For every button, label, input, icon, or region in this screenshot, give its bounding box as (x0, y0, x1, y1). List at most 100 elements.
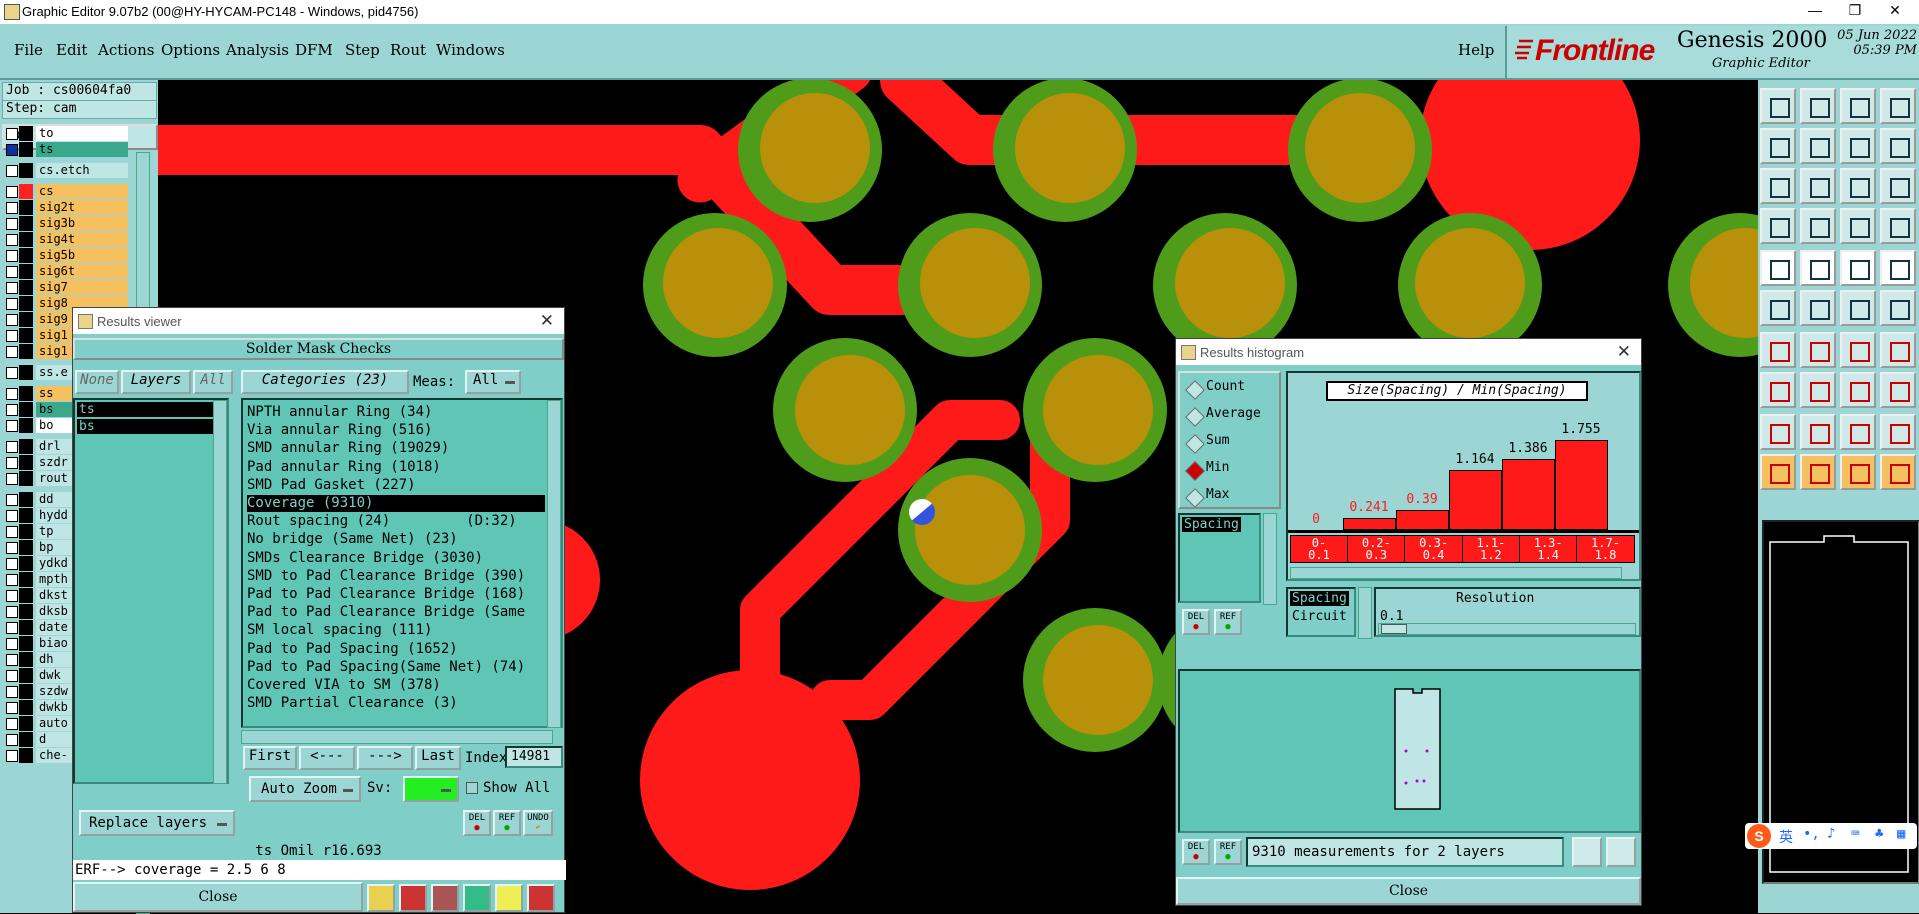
layer-checkbox[interactable] (6, 202, 18, 214)
layer-checkbox[interactable] (6, 388, 18, 400)
layer-color-swatch[interactable] (19, 200, 33, 215)
layer-checkbox[interactable] (6, 590, 18, 602)
tool-draw-1-icon[interactable] (1760, 414, 1796, 450)
maximize-button[interactable]: ❐ (1835, 2, 1875, 22)
layer-color-swatch[interactable] (19, 636, 33, 651)
tool-select-4-icon[interactable] (1880, 372, 1916, 408)
tool-measure-4-icon[interactable] (1880, 332, 1916, 368)
tool-zoom-4-icon[interactable] (1880, 88, 1916, 124)
layer-name[interactable]: sig5b (36, 248, 128, 263)
measure-scrollbar[interactable] (1263, 513, 1277, 605)
layer-checkbox[interactable] (6, 734, 18, 746)
category-item[interactable]: Pad to Pad Spacing (1652) (247, 641, 545, 658)
category-item[interactable]: Covered VIA to SM (378) (247, 677, 545, 694)
layer-color-swatch[interactable] (19, 232, 33, 247)
tool-grid-1-icon[interactable] (1760, 290, 1796, 326)
tool-pan-1-icon[interactable] (1760, 128, 1796, 164)
layer-checkbox[interactable] (6, 234, 18, 246)
mode-radio[interactable] (1185, 380, 1205, 400)
category-item[interactable]: SMD Pad Gasket (227) (247, 477, 545, 494)
microphone-icon[interactable]: ♪ (1827, 826, 1835, 842)
layer-checkbox[interactable] (6, 420, 18, 432)
chart-type-icon[interactable] (1572, 837, 1602, 867)
tool-zoom-1-icon[interactable] (1760, 88, 1796, 124)
tool-select-2-icon[interactable] (1800, 372, 1836, 408)
param-item-spacing[interactable]: Spacing (1290, 591, 1349, 606)
category-list[interactable]: NPTH annular Ring (34) Via annular Ring (… (241, 398, 563, 728)
layer-color-swatch[interactable] (19, 365, 33, 380)
histogram-bar[interactable] (1343, 517, 1396, 530)
tool-select-1-icon[interactable] (1760, 372, 1796, 408)
close-icon[interactable]: ✕ (540, 311, 554, 331)
tool-fit-1-icon[interactable] (1760, 208, 1796, 244)
layer-color-swatch[interactable] (19, 312, 33, 327)
mode-label[interactable]: Count (1206, 379, 1245, 394)
resolution-slider[interactable] (1378, 623, 1636, 635)
layer-checkbox[interactable] (6, 510, 18, 522)
tool-snap-3-icon[interactable] (1840, 250, 1876, 286)
preview-del-button[interactable]: DEL ● (1182, 839, 1210, 865)
slider-thumb[interactable] (1381, 624, 1407, 634)
layer-row[interactable]: cs.etch (6, 163, 128, 178)
del-button[interactable]: DEL ● (463, 810, 491, 836)
measure-list[interactable]: Spacing (1178, 513, 1261, 603)
report-icon[interactable] (367, 884, 395, 912)
layer-name[interactable]: sig2t (36, 200, 128, 215)
layer-checkbox[interactable] (6, 282, 18, 294)
layer-color-swatch[interactable] (19, 248, 33, 263)
category-item[interactable]: Via annular Ring (516) (247, 422, 545, 439)
layer-color-swatch[interactable] (19, 684, 33, 699)
layer-color-swatch[interactable] (19, 455, 33, 470)
layer-checkbox[interactable] (6, 542, 18, 554)
layer-checkbox[interactable] (6, 686, 18, 698)
last-button[interactable]: Last (415, 746, 461, 770)
category-item[interactable]: Pad to Pad Clearance Bridge (Same (247, 604, 545, 621)
category-hscrollbar[interactable] (241, 730, 553, 744)
categories-button[interactable]: Categories (23) (241, 370, 409, 394)
tool-zoom-2-icon[interactable] (1800, 88, 1836, 124)
tool-measure-3-icon[interactable] (1840, 332, 1876, 368)
tool-grid-2-icon[interactable] (1800, 290, 1836, 326)
mode-radio[interactable] (1185, 434, 1205, 454)
auto-zoom-dropdown[interactable]: Auto Zoom (249, 776, 361, 802)
tool-fit-2-icon[interactable] (1800, 208, 1836, 244)
layer-checkbox[interactable] (6, 457, 18, 469)
layer-row[interactable]: cs (6, 184, 128, 199)
notes-icon[interactable] (495, 884, 523, 912)
tool-pan-2-icon[interactable] (1800, 128, 1836, 164)
layer-color-swatch[interactable] (19, 328, 33, 343)
tool-fit-4-icon[interactable] (1880, 208, 1916, 244)
skin-icon[interactable]: ♣ (1875, 826, 1883, 842)
chart-hscrollbar[interactable] (1290, 567, 1622, 579)
category-item[interactable]: Coverage (9310) (247, 495, 545, 512)
layer-checkbox[interactable] (6, 702, 18, 714)
mode-label[interactable]: Max (1206, 487, 1229, 502)
layer-checkbox[interactable] (6, 144, 18, 156)
layer-color-swatch[interactable] (19, 402, 33, 417)
grid-menu-icon[interactable]: ▦ (1897, 826, 1905, 842)
layer-checkbox[interactable] (6, 526, 18, 538)
next-button[interactable]: ---> (357, 746, 413, 770)
layer-color-swatch[interactable] (19, 280, 33, 295)
ime-punct-icon[interactable]: •, (1803, 826, 1820, 842)
layers-button[interactable]: Layers (121, 370, 191, 394)
layer-checkbox[interactable] (6, 558, 18, 570)
mode-radio[interactable] (1185, 488, 1205, 508)
tool-draw-2-icon[interactable] (1800, 414, 1836, 450)
tool-snap-2-icon[interactable] (1800, 250, 1836, 286)
histogram-close-button[interactable]: Close (1176, 877, 1641, 905)
category-item[interactable]: SMD to Pad Clearance Bridge (390) (247, 568, 545, 585)
show-all-checkbox[interactable] (466, 782, 478, 794)
layer-color-swatch[interactable] (19, 296, 33, 311)
layer-color-swatch[interactable] (19, 748, 33, 763)
layer-color-swatch[interactable] (19, 344, 33, 359)
layer-color-swatch[interactable] (19, 264, 33, 279)
minimize-button[interactable]: — (1795, 2, 1835, 22)
layer-color-swatch[interactable] (19, 492, 33, 507)
preview-ref-button[interactable]: REF ● (1214, 839, 1242, 865)
category-scrollbar[interactable] (547, 400, 561, 728)
menu-file[interactable]: File (14, 41, 43, 59)
first-button[interactable]: First (243, 746, 297, 770)
replace-layers-dropdown[interactable]: Replace layers (79, 810, 235, 836)
category-item[interactable]: Rout spacing (24) (D:32) (247, 513, 545, 530)
